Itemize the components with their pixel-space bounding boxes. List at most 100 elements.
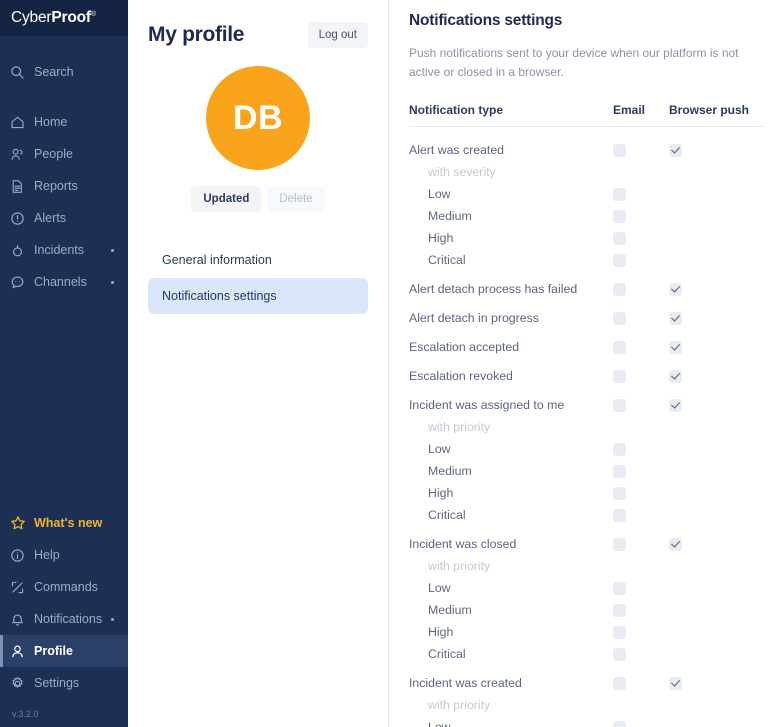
email-cell: [613, 720, 669, 727]
notification-row: Incident was created: [409, 674, 765, 693]
email-checkbox[interactable]: [613, 442, 626, 456]
email-cell: [613, 699, 669, 712]
email-cell: [613, 282, 669, 296]
sidebar: CyberProof® Search Home People Reports A…: [0, 0, 128, 727]
update-avatar-button[interactable]: Updated: [191, 186, 262, 212]
email-checkbox[interactable]: [613, 231, 626, 245]
notifications-description: Push notifications sent to your device w…: [409, 46, 739, 80]
delete-avatar-button[interactable]: Delete: [267, 186, 325, 212]
browser-push-checkbox[interactable]: [669, 282, 682, 296]
brand-logo[interactable]: CyberProof®: [0, 0, 128, 36]
email-checkbox[interactable]: [613, 603, 626, 617]
browser-push-cell: [669, 676, 765, 690]
column-header-email: Email: [613, 102, 646, 117]
notification-type-label: with priority: [428, 698, 491, 713]
sidebar-item-home[interactable]: Home: [0, 106, 128, 138]
notification-row: Critical: [409, 645, 765, 664]
sidebar-item-profile[interactable]: Profile: [0, 635, 128, 667]
notification-row: with priority: [409, 696, 765, 715]
sidebar-item-label: Search: [34, 65, 74, 79]
notification-type-label: Escalation accepted: [409, 340, 520, 355]
email-checkbox[interactable]: [613, 340, 626, 354]
sidebar-item-alerts[interactable]: Alerts: [0, 202, 128, 234]
logout-button[interactable]: Log out: [307, 22, 368, 48]
sidebar-item-settings[interactable]: Settings: [0, 667, 128, 699]
email-checkbox[interactable]: [613, 676, 626, 690]
sidebar-item-commands[interactable]: Commands: [0, 571, 128, 603]
email-checkbox[interactable]: [613, 143, 626, 157]
notification-type-label: Alert detach process has failed: [409, 282, 578, 297]
email-checkbox[interactable]: [613, 464, 626, 478]
sidebar-item-incidents[interactable]: Incidents: [0, 234, 128, 266]
notification-row: Incident was assigned to me: [409, 396, 765, 415]
sidebar-item-search[interactable]: Search: [0, 56, 128, 88]
email-checkbox[interactable]: [613, 486, 626, 500]
notification-type-label: with severity: [428, 165, 496, 180]
avatar-actions: Updated Delete: [148, 186, 368, 212]
notification-type-label: High: [428, 486, 454, 501]
notification-row: High: [409, 623, 765, 642]
tab-general-information[interactable]: General information: [148, 242, 368, 278]
notification-row: Medium: [409, 462, 765, 481]
avatar[interactable]: DB: [206, 66, 310, 170]
sidebar-item-reports[interactable]: Reports: [0, 170, 128, 202]
column-header-type: Notification type: [409, 102, 504, 117]
notification-row: Alert was created: [409, 141, 765, 160]
browser-push-checkbox[interactable]: [669, 311, 682, 325]
notification-type-label: Incident was created: [409, 676, 522, 691]
notification-row: Medium: [409, 207, 765, 226]
sidebar-item-whats-new[interactable]: What's new: [0, 507, 128, 539]
notifications-settings-panel: Notifications settings Push notification…: [389, 0, 781, 727]
notification-type-label: Low: [428, 187, 451, 202]
tab-notifications-settings[interactable]: Notifications settings: [148, 278, 368, 314]
notification-row: Escalation revoked: [409, 367, 765, 386]
notification-row: Low: [409, 440, 765, 459]
email-checkbox[interactable]: [613, 398, 626, 412]
email-cell: [613, 209, 669, 223]
email-checkbox[interactable]: [613, 537, 626, 551]
browser-push-cell: [669, 143, 765, 157]
email-checkbox[interactable]: [613, 508, 626, 522]
email-checkbox[interactable]: [613, 282, 626, 296]
email-cell: [613, 442, 669, 456]
sidebar-item-label: What's new: [34, 516, 103, 530]
email-checkbox[interactable]: [613, 253, 626, 267]
sidebar-item-people[interactable]: People: [0, 138, 128, 170]
sidebar-item-label: Alerts: [34, 211, 66, 225]
notification-type-label: Low: [428, 581, 451, 596]
browser-push-checkbox[interactable]: [669, 398, 682, 412]
sidebar-item-channels[interactable]: Channels: [0, 266, 128, 298]
profile-tab-list: General information Notifications settin…: [148, 242, 368, 314]
email-checkbox[interactable]: [613, 369, 626, 383]
sidebar-item-notifications[interactable]: Notifications: [0, 603, 128, 635]
email-checkbox[interactable]: [613, 720, 626, 727]
app-root: CyberProof® Search Home People Reports A…: [0, 0, 781, 727]
report-icon: [10, 177, 32, 195]
browser-push-checkbox[interactable]: [669, 369, 682, 383]
alert-icon: [10, 209, 32, 227]
profile-header: My profile Log out: [148, 0, 368, 48]
email-checkbox[interactable]: [613, 647, 626, 661]
sidebar-item-label: Incidents: [34, 243, 85, 257]
email-checkbox[interactable]: [613, 311, 626, 325]
email-checkbox[interactable]: [613, 187, 626, 201]
email-cell: [613, 231, 669, 245]
browser-push-checkbox[interactable]: [669, 340, 682, 354]
email-checkbox[interactable]: [613, 625, 626, 639]
notification-row: High: [409, 484, 765, 503]
tab-label: Notifications settings: [162, 289, 277, 303]
channel-icon: [10, 273, 32, 291]
browser-push-checkbox[interactable]: [669, 143, 682, 157]
notification-row: Low: [409, 185, 765, 204]
notification-row: High: [409, 229, 765, 248]
email-checkbox[interactable]: [613, 581, 626, 595]
browser-push-checkbox[interactable]: [669, 537, 682, 551]
sidebar-item-label: Commands: [34, 580, 98, 594]
notification-type-label: Incident was closed: [409, 537, 517, 552]
browser-push-checkbox[interactable]: [669, 676, 682, 690]
email-checkbox[interactable]: [613, 209, 626, 223]
sidebar-item-help[interactable]: Help: [0, 539, 128, 571]
email-cell: [613, 464, 669, 478]
browser-push-cell: [669, 369, 765, 383]
gear-icon: [10, 674, 32, 692]
